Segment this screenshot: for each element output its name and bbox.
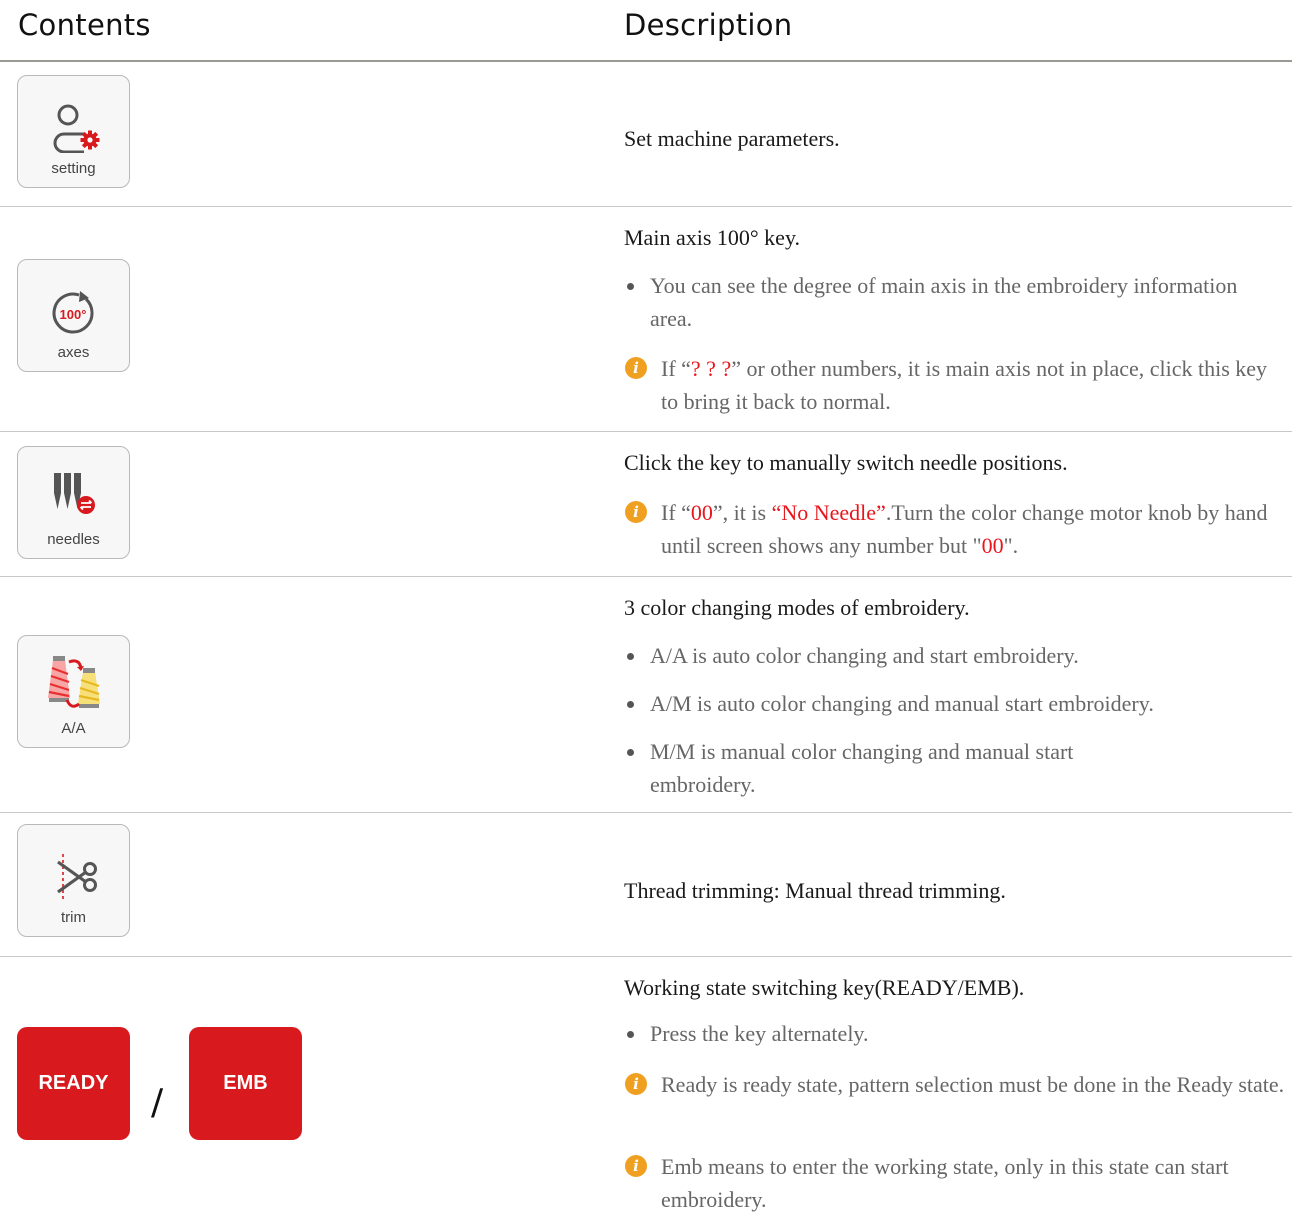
- color-modes-description: 3 color changing modes of embroidery.: [624, 595, 970, 620]
- working-state-description: Working state switching key(READY/EMB).: [624, 975, 1025, 1000]
- info-icon: i: [625, 357, 647, 379]
- color-mode-bullet-aa: A/A is auto color changing and start emb…: [624, 639, 1274, 672]
- needles-key-label: needles: [47, 531, 100, 548]
- color-mode-bullet-mm: M/M is manual color changing and manual …: [624, 735, 1184, 801]
- needles-key[interactable]: needles: [17, 446, 130, 559]
- trim-key[interactable]: trim: [17, 824, 130, 937]
- emb-info-note: i Emb means to enter the working state, o…: [624, 1150, 1292, 1216]
- axes-icon-text: 100°: [59, 307, 86, 322]
- setting-key-label: setting: [51, 160, 96, 177]
- info-icon: i: [625, 501, 647, 523]
- table-header: Contents Description: [0, 0, 1292, 62]
- ready-info-note: i Ready is ready state, pattern selection…: [624, 1068, 1292, 1101]
- ready-key[interactable]: READY: [17, 1027, 130, 1140]
- needles-description: Click the key to manually switch needle …: [624, 450, 1068, 475]
- trim-key-label: trim: [61, 909, 86, 926]
- table-row-color-modes: A/A 3 color changing modes of embroidery…: [0, 577, 1292, 813]
- color-mode-bullet-am: A/M is auto color changing and manual st…: [624, 687, 1274, 720]
- table-row-setting: setting Set machine parameters.: [0, 64, 1292, 207]
- rotate-100-icon: 100°: [18, 282, 129, 346]
- emb-key[interactable]: EMB: [189, 1027, 302, 1140]
- axes-bullet: You can see the degree of main axis in t…: [624, 269, 1274, 335]
- axes-key[interactable]: 100° axes: [17, 259, 130, 372]
- trim-description: Thread trimming: Manual thread trimming.: [624, 878, 1006, 903]
- aa-key[interactable]: A/A: [17, 635, 130, 748]
- setting-key[interactable]: setting: [17, 75, 130, 188]
- needles-switch-icon: [18, 463, 129, 527]
- axes-info-note: i If “? ? ?” or other numbers, it is main…: [624, 352, 1284, 418]
- axes-description: Main axis 100° key.: [624, 225, 801, 250]
- scissors-icon: [18, 845, 129, 909]
- working-state-bullet: Press the key alternately.: [624, 1017, 1274, 1050]
- table-row-axes: 100° axes Main axis 100° key. You can se…: [0, 207, 1292, 432]
- table-row-trim: trim Thread trimming: Manual thread trim…: [0, 813, 1292, 957]
- key-separator-slash: /: [151, 1082, 164, 1123]
- axes-key-label: axes: [57, 344, 90, 361]
- needles-info-note: i If “00”, it is “No Needle”.Turn the col…: [624, 496, 1284, 562]
- setting-description: Set machine parameters.: [624, 126, 840, 151]
- description-column-header: Description: [624, 8, 793, 42]
- user-gear-icon: [18, 96, 129, 160]
- info-icon: i: [625, 1155, 647, 1177]
- aa-key-label: A/A: [61, 720, 86, 737]
- contents-column-header: Contents: [18, 8, 151, 42]
- thread-cones-swap-icon: [18, 650, 129, 714]
- info-icon: i: [625, 1073, 647, 1095]
- table-row-needles: needles Click the key to manually switch…: [0, 432, 1292, 577]
